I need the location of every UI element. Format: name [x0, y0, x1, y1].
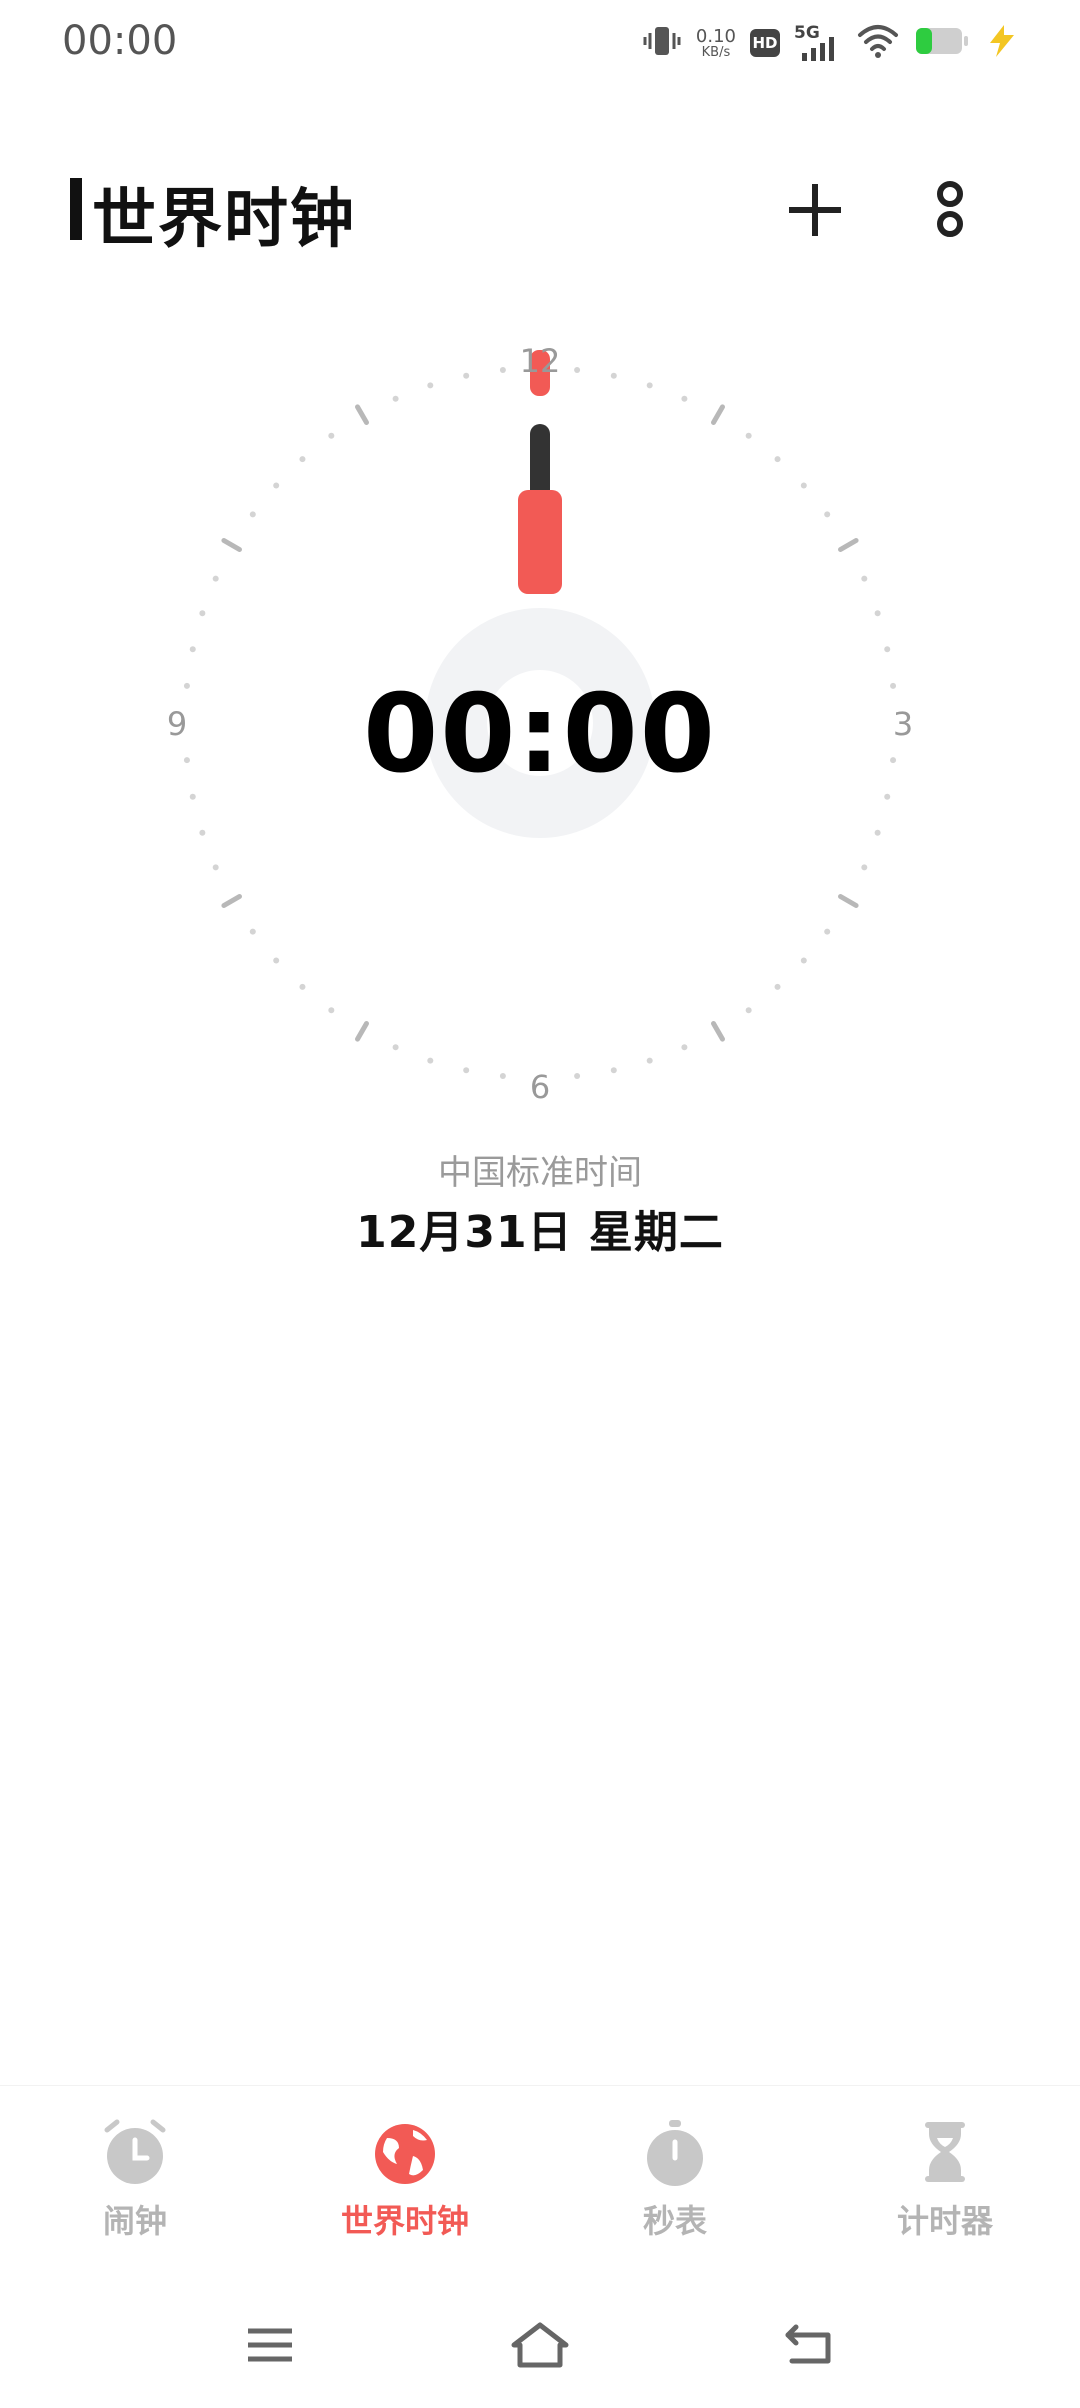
dial-minute-dot: [189, 646, 196, 653]
dial-minute-dot: [212, 864, 219, 871]
home-button[interactable]: [500, 2310, 580, 2380]
dial-minute-dot: [646, 1057, 653, 1064]
dial-minute-dot: [884, 646, 891, 653]
dial-hour-tick: [355, 404, 369, 425]
dial-minute-dot: [774, 456, 781, 463]
dial-minute-dot: [800, 482, 807, 489]
dial-minute-dot: [463, 372, 470, 379]
dial-minute-dot: [574, 1073, 581, 1080]
dial-minute-dot: [499, 1073, 506, 1080]
dial-minute-dot: [212, 575, 219, 582]
dial-minute-dot: [861, 864, 868, 871]
dial-minute-dot: [681, 395, 688, 402]
timezone-name: 中国标准时间: [438, 1153, 642, 1193]
tab-label: 计时器: [896, 2202, 993, 2240]
dial-minute-dot: [824, 928, 831, 935]
dial-hour-tick: [711, 1021, 725, 1042]
bottom-tab-bar: 闹钟 世界时钟 秒表 计时器: [0, 2085, 1080, 2276]
alarm-clock-icon: [104, 2119, 166, 2184]
dial-hour-tick: [711, 404, 725, 425]
dial-minute-dot: [427, 382, 434, 389]
dial-minute-dot: [745, 1007, 752, 1014]
dial-minute-dot: [249, 928, 256, 935]
tab-world-clock[interactable]: 世界时钟: [295, 2116, 515, 2266]
stopwatch-icon: [647, 2120, 703, 2186]
dial-minute-dot: [392, 1044, 399, 1051]
tab-label: 世界时钟: [340, 2202, 469, 2240]
home-icon: [511, 2322, 569, 2368]
dial-label-6: 6: [530, 1068, 550, 1106]
recent-apps-button[interactable]: [230, 2310, 310, 2380]
hourglass-icon: [925, 2122, 965, 2182]
dial-minute-dot: [874, 829, 881, 836]
dial-hour-tick: [221, 538, 242, 552]
hour-hand: [518, 490, 562, 594]
dial-minute-dot: [463, 1067, 470, 1074]
dial-minute-dot: [392, 395, 399, 402]
dial-minute-dot: [299, 983, 306, 990]
dial-minute-dot: [610, 1067, 617, 1074]
dial-minute-dot: [249, 511, 256, 518]
tab-stopwatch[interactable]: 秒表: [565, 2116, 785, 2266]
dial-minute-dot: [861, 575, 868, 582]
dial-minute-dot: [499, 366, 506, 373]
dial-minute-dot: [427, 1057, 434, 1064]
dial-minute-dot: [574, 366, 581, 373]
dial-minute-dot: [299, 456, 306, 463]
dial-minute-dot: [273, 482, 280, 489]
dial-minute-dot: [874, 610, 881, 617]
tab-timer[interactable]: 计时器: [835, 2116, 1055, 2266]
dial-minute-dot: [199, 610, 206, 617]
tab-alarm[interactable]: 闹钟: [25, 2116, 245, 2266]
dial-minute-dot: [745, 432, 752, 439]
dial-hour-tick: [355, 1021, 369, 1042]
back-icon: [785, 2324, 831, 2364]
tab-label: 秒表: [642, 2202, 707, 2240]
back-button[interactable]: [770, 2310, 850, 2380]
dial-minute-dot: [273, 957, 280, 964]
dial-minute-dot: [328, 1007, 335, 1014]
dial-hour-tick: [221, 894, 242, 908]
system-nav-bar: [0, 2290, 1080, 2400]
world-clock-dial: 12 3 6 9 00:00: [0, 0, 1080, 1120]
clock-dial: 12 3 6 9: [167, 342, 913, 1106]
globe-icon: [375, 2124, 435, 2184]
dial-hour-tick: [838, 538, 859, 552]
dial-label-12: 12: [520, 342, 561, 380]
dial-minute-dot: [646, 382, 653, 389]
dial-minute-dot: [681, 1044, 688, 1051]
dial-minute-dot: [610, 372, 617, 379]
menu-icon: [248, 2328, 292, 2362]
dial-hour-tick: [838, 894, 859, 908]
world-clock-screen: 00:00 0.10 KB/s HD 5G 世界时钟 12 3 6 9 00:0…: [0, 0, 1080, 2408]
dial-minute-dot: [328, 432, 335, 439]
tab-label: 闹钟: [102, 2202, 167, 2240]
digital-time: 00:00: [363, 672, 717, 797]
dial-minute-dot: [800, 957, 807, 964]
timezone-date: 12月31日 星期二: [356, 1207, 724, 1258]
dial-minute-dot: [824, 511, 831, 518]
dial-minute-dot: [199, 829, 206, 836]
dial-minute-dot: [774, 983, 781, 990]
